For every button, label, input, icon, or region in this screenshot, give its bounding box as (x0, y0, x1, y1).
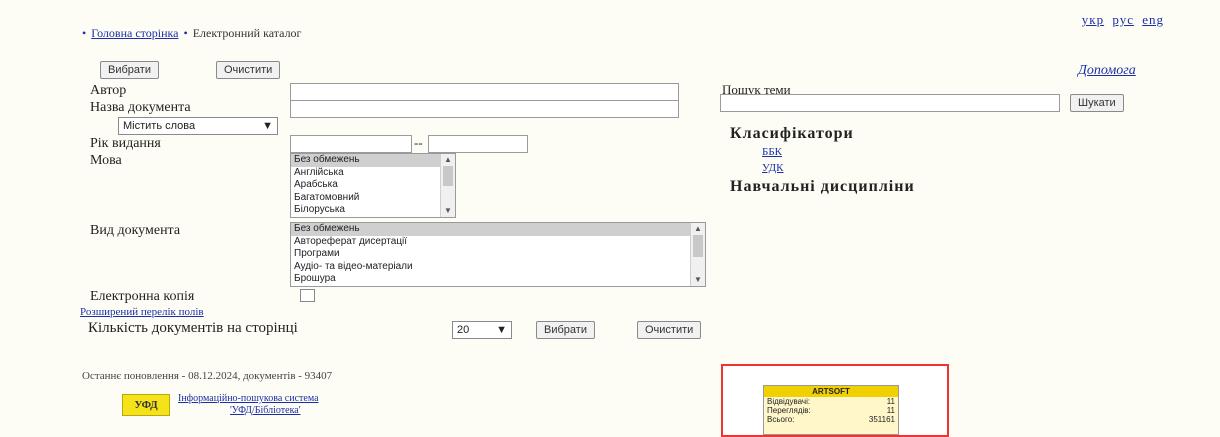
doctype-label: Вид документа (90, 223, 181, 238)
topic-search-button[interactable]: Шукати (1070, 94, 1124, 112)
counter-value: 11 (886, 406, 895, 415)
list-item[interactable]: Англійська (291, 167, 455, 180)
scroll-up-icon[interactable]: ▲ (691, 223, 705, 236)
counter-label: Всього: (767, 415, 795, 424)
counter-row: Відвідувачі: 11 (764, 397, 898, 406)
disciplines-heading: Навчальні дисципліни (730, 178, 915, 195)
scrollbar[interactable]: ▲ ▼ (690, 223, 705, 286)
language-switch: укр рус eng (1078, 12, 1164, 28)
chevron-down-icon: ▼ (262, 120, 273, 132)
counter-frame: ARTSOFT Відвідувачі: 11 Переглядів: 11 В… (721, 364, 949, 437)
year-separator: -- (414, 135, 423, 150)
title-mode-value: Містить слова (123, 120, 196, 132)
help-link[interactable]: Допомога (1078, 63, 1136, 79)
breadcrumb: • Головна сторінка • Електронний каталог (80, 26, 301, 41)
electronic-copy-checkbox[interactable] (300, 289, 315, 302)
per-page-label: Кількість документів на сторінці (88, 320, 298, 336)
scroll-down-icon[interactable]: ▼ (691, 274, 705, 287)
list-item[interactable]: Без обмежень (291, 154, 455, 167)
list-item[interactable]: Автореферат дисертації (291, 236, 705, 249)
lang-ukr-link[interactable]: укр (1082, 12, 1104, 27)
classifier-link-udk[interactable]: УДК (762, 162, 784, 174)
system-link[interactable]: Інформаційно-пошукова система (178, 393, 319, 404)
lang-eng-link[interactable]: eng (1142, 12, 1164, 27)
classifiers-heading: Класифікатори (730, 125, 854, 142)
list-item[interactable]: Арабська (291, 179, 455, 192)
clear-button-top[interactable]: Очистити (216, 61, 281, 79)
counter-row: Переглядів: 11 (764, 406, 898, 415)
scroll-down-icon[interactable]: ▼ (441, 205, 455, 218)
system-link-name[interactable]: 'УФД/Бібліотека' (230, 405, 301, 416)
counter-value: 351161 (868, 415, 895, 424)
ufd-logo: УФД (122, 394, 170, 416)
topic-search-input[interactable] (720, 94, 1060, 112)
year-label: Рік видання (90, 136, 161, 151)
list-item[interactable]: Без обмежень (291, 223, 705, 236)
year-from-input[interactable] (290, 135, 412, 153)
language-label: Мова (90, 153, 122, 168)
scroll-thumb[interactable] (693, 235, 703, 257)
list-item[interactable]: Аудіо- та відео-матеріали (291, 261, 705, 274)
title-mode-select[interactable]: Містить слова ▼ (118, 117, 278, 135)
select-button-top[interactable]: Вибрати (100, 61, 159, 79)
chevron-down-icon: ▼ (496, 324, 507, 336)
lang-rus-link[interactable]: рус (1112, 12, 1134, 27)
scroll-up-icon[interactable]: ▲ (441, 154, 455, 167)
per-page-value: 20 (457, 324, 470, 336)
year-to-input[interactable] (428, 135, 528, 153)
title-label: Назва документа (90, 100, 191, 115)
counter-value: 11 (886, 397, 895, 406)
scroll-thumb[interactable] (443, 166, 453, 186)
classifier-link-bbk[interactable]: ББК (762, 146, 782, 158)
scrollbar[interactable]: ▲ ▼ (440, 154, 455, 217)
per-page-select[interactable]: 20 ▼ (452, 321, 512, 339)
extended-fields-link[interactable]: Розширений перелік полів (80, 306, 204, 318)
counter-row: Всього: 351161 (764, 415, 898, 424)
counter-label: Переглядів: (767, 406, 811, 415)
breadcrumb-current: Електронний каталог (192, 26, 302, 40)
language-listbox[interactable]: Без обмежень Англійська Арабська Багатом… (290, 153, 456, 218)
list-item[interactable]: Програми (291, 248, 705, 261)
author-label: Автор (90, 83, 127, 98)
bullet-icon: • (183, 26, 188, 40)
electronic-copy-label: Електронна копія (90, 289, 195, 304)
select-button-bottom[interactable]: Вибрати (536, 321, 595, 339)
counter-title: ARTSOFT (764, 386, 898, 397)
clear-button-bottom[interactable]: Очистити (637, 321, 702, 339)
counter-label: Відвідувачі: (767, 397, 811, 406)
list-item[interactable]: Багатомовний (291, 192, 455, 205)
list-item[interactable]: Брошура (291, 273, 705, 286)
home-link[interactable]: Головна сторінка (91, 26, 178, 40)
last-update-text: Останнє поновлення - 08.12.2024, докумен… (82, 370, 333, 382)
author-input[interactable] (290, 83, 679, 101)
doctype-listbox[interactable]: Без обмежень Автореферат дисертації Прог… (290, 222, 706, 287)
list-item[interactable]: Білоруська (291, 204, 455, 217)
bullet-icon: • (82, 26, 87, 40)
title-input[interactable] (290, 100, 679, 118)
visitor-counter[interactable]: ARTSOFT Відвідувачі: 11 Переглядів: 11 В… (763, 385, 899, 435)
